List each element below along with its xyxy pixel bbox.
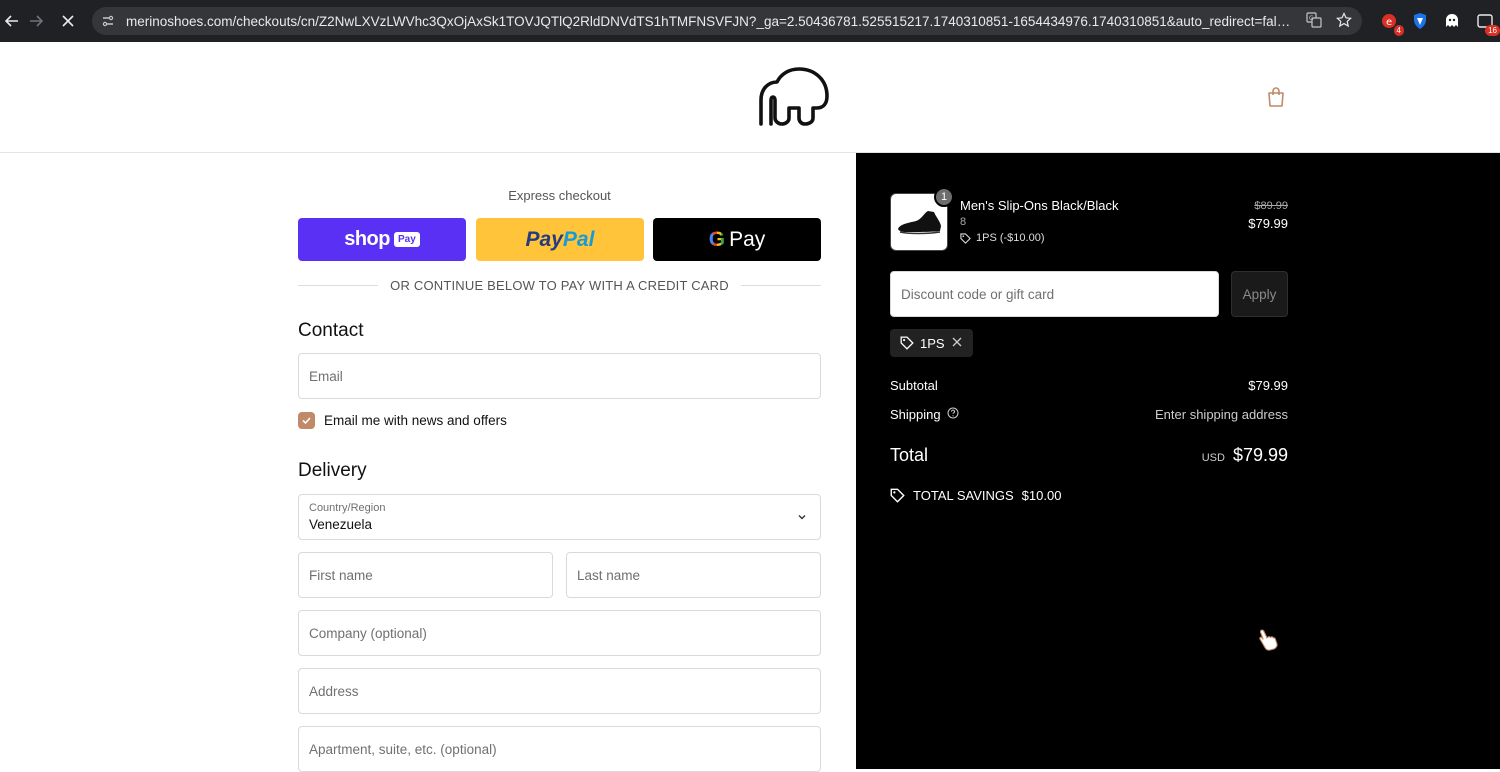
final-price: $79.99: [1248, 216, 1288, 231]
total-amount: USD $79.99: [1202, 445, 1288, 466]
pointer-hand-icon: [1256, 627, 1280, 651]
applied-discount-code: 1PS: [920, 335, 945, 351]
newsletter-checkbox[interactable]: [298, 412, 315, 429]
tag-icon: [900, 336, 914, 350]
merino-elephant-logo[interactable]: [755, 66, 831, 128]
shoe-image: [898, 211, 941, 235]
apartment-input[interactable]: [299, 727, 820, 771]
quantity-badge: 1: [934, 187, 954, 207]
newsletter-label: Email me with news and offers: [324, 413, 507, 428]
country-select[interactable]: Country/Region Venezuela: [298, 494, 821, 540]
country-label: Country/Region: [309, 502, 386, 514]
product-discount: 1PS (-$10.00): [960, 232, 1044, 244]
address-input[interactable]: [299, 669, 820, 713]
google-g-icon: G: [708, 227, 726, 251]
divider-text: OR CONTINUE BELOW TO PAY WITH A CREDIT C…: [378, 278, 741, 293]
ghostery-extension-icon[interactable]: [1441, 10, 1463, 32]
paypal-word-part2: Pal: [562, 227, 595, 251]
site-header: [0, 42, 1500, 153]
last-name-field[interactable]: [566, 552, 821, 598]
svg-text:G: G: [1309, 15, 1314, 22]
url-text[interactable]: merinoshoes.com/checkouts/cn/Z2NwLXVzLWV…: [126, 14, 1291, 29]
remove-discount-close-icon[interactable]: [951, 336, 963, 351]
shop-pay-word: shop: [344, 228, 390, 250]
email-input[interactable]: [299, 354, 820, 398]
svg-text:e: e: [1386, 17, 1392, 28]
apartment-field[interactable]: [298, 726, 821, 772]
shield-extension-icon[interactable]: [1409, 10, 1431, 32]
company-input[interactable]: [299, 611, 820, 655]
savings-value: $10.00: [1021, 488, 1062, 503]
paypal-button[interactable]: PayPal: [476, 218, 644, 261]
chevron-down-icon: [796, 510, 808, 522]
order-summary: 1 Men's Slip-Ons Black/Black 8 1PS (-$10…: [856, 153, 1500, 769]
savings-label: TOTAL SAVINGS: [913, 488, 1014, 503]
applied-discount-chip: 1PS: [890, 329, 973, 357]
newsletter-checkbox-row[interactable]: Email me with news and offers: [298, 412, 507, 429]
tab-counter-extension-icon[interactable]: 16: [1474, 10, 1500, 36]
address-bar[interactable]: merinoshoes.com/checkouts/cn/Z2NwLXVzLWV…: [92, 7, 1362, 35]
country-value: Venezuela: [309, 517, 373, 532]
express-checkout-title: Express checkout: [508, 188, 611, 203]
original-price: $89.99: [1254, 200, 1288, 212]
stop-loading-icon[interactable]: [56, 9, 80, 33]
contact-heading: Contact: [298, 320, 364, 341]
checkout-form: Express checkout shop Pay PayPal G Pay O…: [0, 153, 856, 772]
back-arrow-icon[interactable]: [0, 9, 24, 33]
shipping-label: Shipping: [890, 407, 941, 422]
first-name-input[interactable]: [299, 553, 552, 597]
first-name-field[interactable]: [298, 552, 553, 598]
total-label: Total: [890, 445, 929, 465]
site-info-icon[interactable]: [100, 13, 116, 29]
paypal-word-part1: Pay: [525, 227, 563, 251]
subtotal-value: $79.99: [1248, 378, 1288, 393]
discount-code-input[interactable]: [891, 272, 1218, 316]
help-circle-icon[interactable]: [947, 407, 959, 422]
product-variant: 8: [960, 216, 967, 228]
check-icon: [302, 417, 311, 425]
shop-pay-button[interactable]: shop Pay: [298, 218, 466, 261]
last-name-input[interactable]: [567, 553, 820, 597]
shipping-row-label: Shipping: [890, 407, 959, 422]
company-field[interactable]: [298, 610, 821, 656]
shopping-bag-icon[interactable]: [1266, 86, 1286, 108]
forward-arrow-icon[interactable]: [24, 9, 48, 33]
product-discount-text: 1PS (-$10.00): [976, 232, 1045, 244]
apply-discount-button[interactable]: Apply: [1231, 271, 1288, 317]
tag-icon: [960, 232, 971, 244]
total-value: $79.99: [1232, 445, 1288, 465]
google-pay-word: Pay: [729, 227, 766, 251]
email-field[interactable]: [298, 353, 821, 399]
bookmark-star-icon[interactable]: [1336, 12, 1352, 32]
shop-pay-chip: Pay: [393, 232, 420, 247]
subtotal-label: Subtotal: [890, 378, 938, 393]
shipping-value: Enter shipping address: [1155, 407, 1288, 422]
extension-red-icon[interactable]: e 4: [1378, 10, 1404, 36]
tag-icon: [890, 488, 905, 503]
address-field[interactable]: [298, 668, 821, 714]
delivery-heading: Delivery: [298, 460, 367, 481]
discount-code-field[interactable]: [890, 271, 1219, 317]
total-savings: TOTAL SAVINGS $10.00: [890, 488, 1061, 503]
product-name: Men's Slip-Ons Black/Black: [960, 198, 1119, 213]
translate-icon[interactable]: G: [1306, 12, 1322, 32]
currency-code: USD: [1201, 452, 1225, 464]
google-pay-button[interactable]: G Pay: [653, 218, 821, 261]
browser-toolbar: merinoshoes.com/checkouts/cn/Z2NwLXVzLWV…: [0, 0, 1500, 42]
